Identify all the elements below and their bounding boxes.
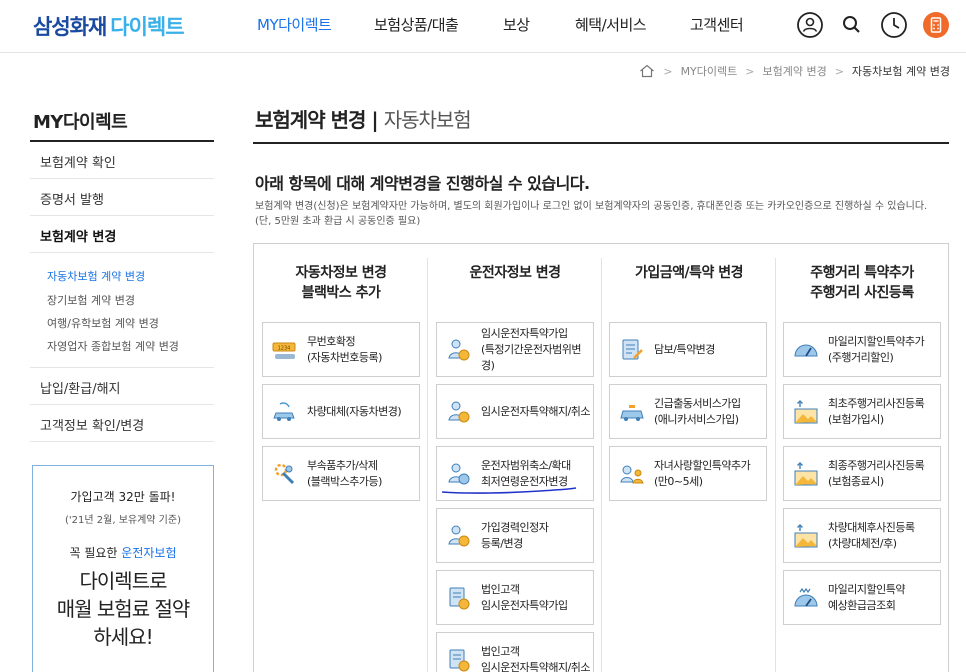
- career-driver-icon: [448, 525, 470, 547]
- nav-benefits[interactable]: 혜택/서비스: [575, 14, 647, 35]
- card-mileage-add[interactable]: 마일리지할인특약추가 (주행거리할인): [783, 322, 941, 377]
- calculator-icon[interactable]: [922, 11, 950, 39]
- photo-upload-icon: [794, 400, 818, 424]
- promo-headline: 가입고객 32만 돌파!: [70, 490, 176, 504]
- column-head-driver-info: 운전자정보 변경: [469, 265, 561, 281]
- card-temp-driver-add[interactable]: 임시운전자특약가입 (특정기간운전자범위변경): [436, 322, 594, 377]
- breadcrumb-item[interactable]: 보험계약 변경: [762, 63, 826, 79]
- divider: [253, 142, 949, 144]
- user-icon[interactable]: [796, 11, 824, 39]
- header: 삼성화재 다이렉트 MY다이렉트 보험상품/대출 보상 혜택/서비스 고객센터: [0, 0, 966, 53]
- breadcrumb-current: 자동차보험 계약 변경: [851, 65, 950, 78]
- nav-claims[interactable]: 보상: [503, 14, 530, 35]
- breadcrumb: > MY다이렉트 > 보험계약 변경 > 자동차보험 계약 변경: [639, 63, 950, 79]
- divider: [427, 258, 428, 672]
- promo-text: 꼭 필요한 운전자보험: [69, 546, 177, 560]
- sidebar-sub-business-change[interactable]: 자영업자 종합보험 계약 변경: [47, 338, 179, 354]
- promo-note: ('21년 2월, 보유계약 기준): [65, 515, 181, 526]
- card-corporate-cancel[interactable]: 법인고객 임시운전자특약해지/취소: [436, 632, 594, 672]
- card-car-replace[interactable]: 차량대체(자동차변경): [262, 384, 420, 439]
- column-head-mileage: 주행거리 특약추가 주행거리 사진등록: [810, 265, 914, 301]
- sidebar-sub-travel-change[interactable]: 여행/유학보험 계약 변경: [47, 315, 159, 331]
- mileage-refund-icon: [794, 587, 818, 607]
- nav-my-direct[interactable]: MY다이렉트: [257, 14, 332, 35]
- sidebar-item-certificates[interactable]: 증명서 발행: [30, 179, 214, 216]
- car-replace-icon: [273, 402, 295, 421]
- emergency-car-icon: [620, 405, 644, 421]
- card-emergency-service[interactable]: 긴급출동서비스가입 (애니카서비스가입): [609, 384, 767, 439]
- card-career-driver[interactable]: 가입경력인정자 등록/변경: [436, 508, 594, 563]
- temp-driver-cancel-icon: [448, 401, 470, 423]
- card-temp-driver-cancel[interactable]: 임시운전자특약해지/취소: [436, 384, 594, 439]
- home-icon[interactable]: [639, 64, 655, 78]
- nav-insurance-products[interactable]: 보험상품/대출: [374, 14, 459, 35]
- column-head-coverage: 가입금액/특약 변경: [634, 265, 744, 281]
- car-parts-icon: [274, 463, 295, 485]
- chevron-right-icon: >: [834, 64, 844, 78]
- photo-upload-icon: [794, 462, 818, 486]
- description-text: 보험계약 변경(신청)은 보험계약자만 가능하며, 별도의 회원가입이나 로그인…: [255, 201, 928, 227]
- chevron-right-icon: >: [745, 64, 755, 78]
- sidebar-item-payment[interactable]: 납입/환급/해지: [30, 368, 214, 405]
- divider: [601, 258, 602, 672]
- promo-banner[interactable]: 가입고객 32만 돌파! ('21년 2월, 보유계약 기준) 꼭 필요한 운전…: [32, 465, 214, 672]
- sidebar-item-contract-change[interactable]: 보험계약 변경: [30, 216, 214, 253]
- clock-icon[interactable]: [880, 11, 908, 39]
- divider: [775, 258, 776, 672]
- nav-customer-center[interactable]: 고객센터: [690, 14, 744, 35]
- gauge-icon: [794, 344, 818, 357]
- corporate-add-icon: [449, 587, 470, 610]
- license-plate-icon: 1234: [272, 342, 296, 359]
- corporate-cancel-icon: [449, 649, 470, 672]
- search-icon[interactable]: [838, 11, 866, 39]
- card-plate-register[interactable]: 1234 무번호확정 (자동차번호등록): [262, 322, 420, 377]
- temp-driver-add-icon: [448, 339, 470, 361]
- sidebar-sub-long-term-change[interactable]: 장기보험 계약 변경: [47, 292, 135, 308]
- breadcrumb-item[interactable]: MY다이렉트: [681, 63, 738, 79]
- svg-text:1234: 1234: [278, 346, 291, 352]
- page-title: 보험계약 변경 | 자동차보험: [255, 108, 472, 132]
- driver-range-icon: [448, 463, 470, 485]
- card-corporate-add[interactable]: 법인고객 임시운전자특약가입: [436, 570, 594, 625]
- sidebar-title: MY다이렉트: [33, 112, 128, 133]
- coverage-doc-icon: [622, 339, 643, 360]
- lead-text: 아래 항목에 대해 계약변경을 진행하실 수 있습니다.: [255, 174, 590, 193]
- card-accessory[interactable]: 부속품추가/삭제 (블랙박스추가등): [262, 446, 420, 501]
- handwritten-underline: [441, 487, 577, 494]
- card-mileage-refund[interactable]: 마일리지할인특약 예상환급금조회: [783, 570, 941, 625]
- photo-upload-icon: [794, 524, 818, 548]
- sidebar-sub-auto-change[interactable]: 자동차보험 계약 변경: [47, 268, 145, 284]
- card-first-mileage-photo[interactable]: 최초주행거리사진등록 (보험가입시): [783, 384, 941, 439]
- card-coverage-change[interactable]: 담보/특약변경: [609, 322, 767, 377]
- logo[interactable]: 삼성화재 다이렉트: [33, 11, 185, 41]
- sidebar-item-customer-info[interactable]: 고객정보 확인/변경: [30, 405, 214, 442]
- chevron-right-icon: >: [663, 64, 673, 78]
- card-child-discount[interactable]: 자녀사랑할인특약추가 (만0~5세): [609, 446, 767, 501]
- sidebar-item-contract-check[interactable]: 보험계약 확인: [30, 142, 214, 179]
- child-discount-icon: [620, 465, 644, 484]
- promo-slogan: 다이렉트로 매월 보험료 절약 하세요!: [56, 569, 191, 649]
- card-final-mileage-photo[interactable]: 최종주행거리사진등록 (보험종료시): [783, 446, 941, 501]
- column-head-car-info: 자동차정보 변경 블랙박스 추가: [295, 265, 387, 301]
- card-replace-photo[interactable]: 차량대체후사진등록 (차량대체전/후): [783, 508, 941, 563]
